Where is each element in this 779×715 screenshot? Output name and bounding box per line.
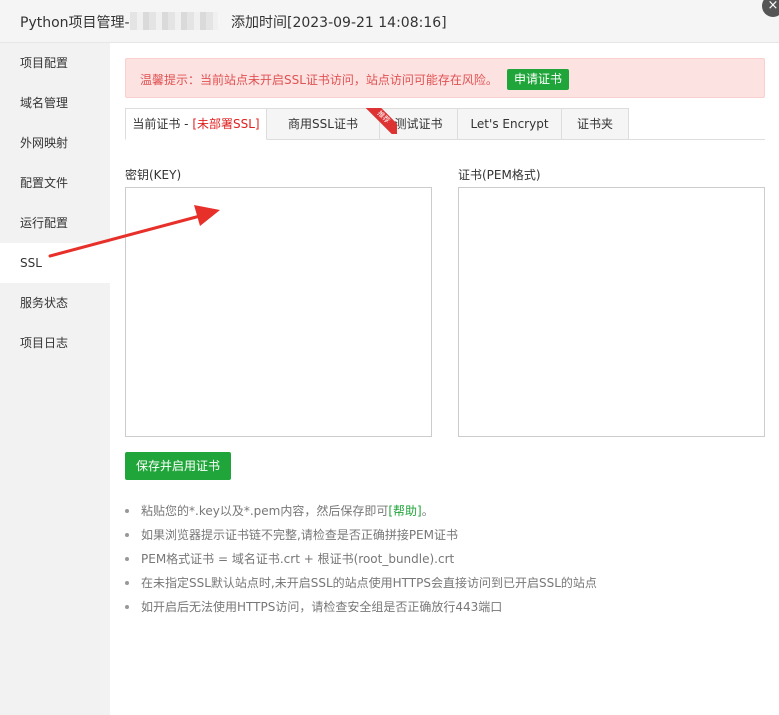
sidebar-item-config-file[interactable]: 配置文件 (0, 163, 110, 203)
tab-current-label: 当前证书 - (132, 117, 193, 131)
tab-current-status: [未部署SSL] (192, 117, 260, 131)
key-textarea[interactable] (125, 187, 432, 437)
tip-text: 粘贴您的*.key以及*.pem内容，然后保存即可 (141, 504, 389, 518)
ssl-tabs: 当前证书 - [未部署SSL] 商用SSL证书 测试证书 Let's Encry… (125, 108, 765, 140)
ssl-panel: 温馨提示：当前站点未开启SSL证书访问，站点访问可能存在风险。 申请证书 当前证… (110, 43, 779, 715)
list-item: PEM格式证书 = 域名证书.crt + 根证书(root_bundle).cr… (125, 547, 765, 571)
recommend-badge-text: 推荐 (363, 108, 397, 134)
tab-current-certificate[interactable]: 当前证书 - [未部署SSL] (125, 108, 267, 140)
sidebar-item-project-config[interactable]: 项目配置 (0, 43, 110, 83)
help-link[interactable]: [帮助] (388, 504, 421, 518)
list-item: 在未指定SSL默认站点时,未开启SSL的站点使用HTTPS会直接访问到已开启SS… (125, 571, 765, 595)
sidebar-item-domain-management[interactable]: 域名管理 (0, 83, 110, 123)
tip-suffix: 。 (421, 504, 434, 518)
warning-text: 温馨提示：当前站点未开启SSL证书访问，站点访问可能存在风险。 (140, 73, 498, 87)
window-added-time: 添加时间[2023-09-21 14:08:16] (231, 15, 447, 31)
sidebar-item-external-mapping[interactable]: 外网映射 (0, 123, 110, 163)
sidebar-item-run-config[interactable]: 运行配置 (0, 203, 110, 243)
window-title: Python项目管理- (20, 15, 130, 31)
sidebar: 项目配置 域名管理 外网映射 配置文件 运行配置 SSL 服务状态 项目日志 (0, 43, 110, 715)
tips-list: 粘贴您的*.key以及*.pem内容，然后保存即可[帮助]。 如果浏览器提示证书… (125, 499, 765, 619)
tab-certificate-folder[interactable]: 证书夹 (562, 108, 629, 140)
redacted-project-name (130, 12, 218, 30)
apply-certificate-button[interactable]: 申请证书 (507, 69, 570, 90)
cert-label: 证书(PEM格式) (458, 168, 541, 182)
sidebar-item-project-log[interactable]: 项目日志 (0, 323, 110, 363)
sidebar-item-ssl[interactable]: SSL (0, 243, 110, 283)
close-icon: × (767, 0, 779, 13)
list-item: 如果浏览器提示证书链不完整,请检查是否正确拼接PEM证书 (125, 523, 765, 547)
save-enable-certificate-button[interactable]: 保存并启用证书 (125, 452, 231, 480)
tab-lets-encrypt[interactable]: Let's Encrypt (458, 108, 562, 140)
recommend-badge: 推荐 (361, 108, 397, 134)
window-titlebar: Python项目管理- 添加时间[2023-09-21 14:08:16] (0, 0, 779, 43)
list-item: 粘贴您的*.key以及*.pem内容，然后保存即可[帮助]。 (125, 499, 765, 523)
sidebar-item-service-status[interactable]: 服务状态 (0, 283, 110, 323)
warning-alert: 温馨提示：当前站点未开启SSL证书访问，站点访问可能存在风险。 申请证书 (125, 58, 765, 98)
key-label: 密钥(KEY) (125, 168, 182, 182)
cert-textarea[interactable] (458, 187, 765, 437)
list-item: 如开启后无法使用HTTPS访问，请检查安全组是否正确放行443端口 (125, 595, 765, 619)
